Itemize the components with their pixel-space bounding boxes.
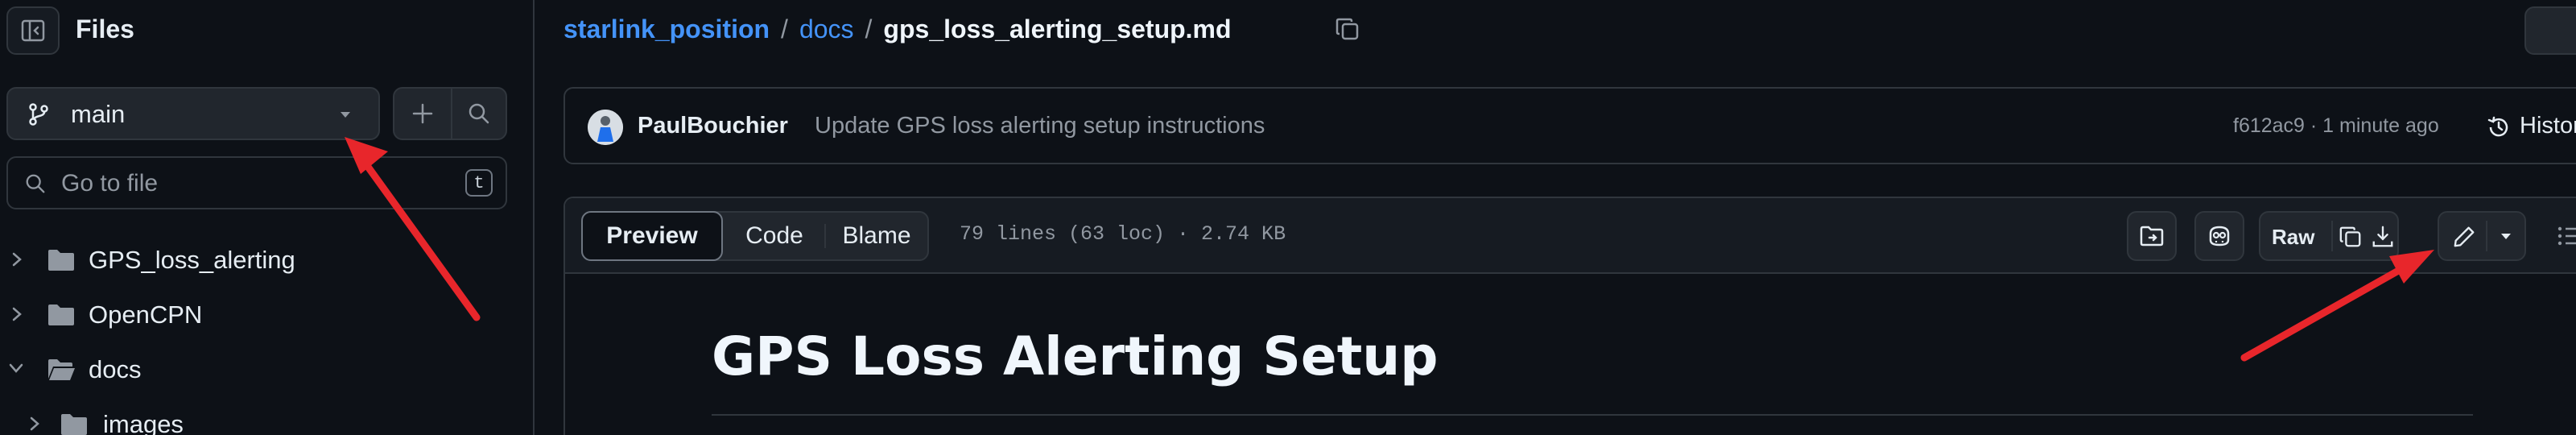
annotation-arrows xyxy=(345,137,2434,362)
arrow-to-edit-button xyxy=(2240,250,2434,362)
arrow-to-branch-selector xyxy=(345,137,481,321)
